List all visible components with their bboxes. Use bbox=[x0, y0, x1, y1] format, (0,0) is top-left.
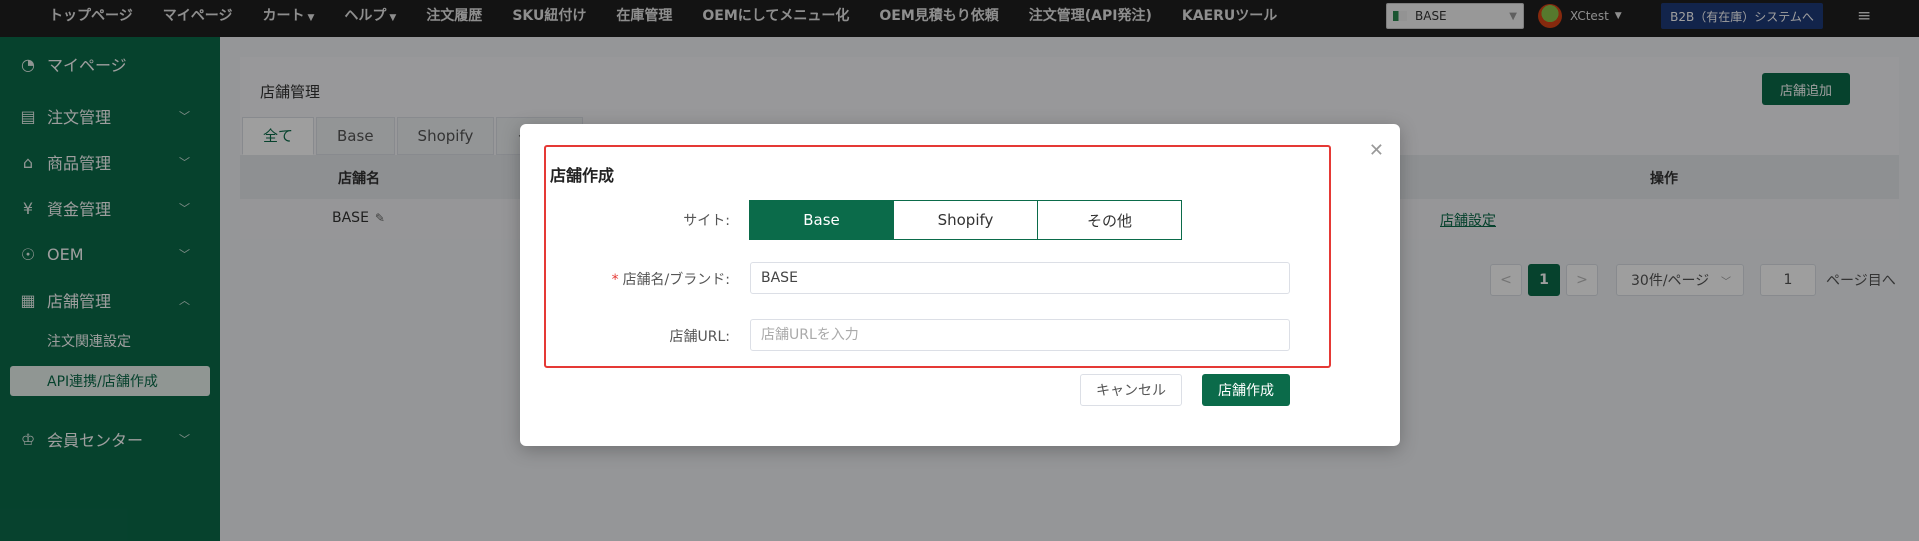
store-name-label: * 店舗名/ブランド: bbox=[611, 272, 730, 288]
modal-title: 店舗作成 bbox=[550, 166, 615, 185]
site-option-base[interactable]: Base bbox=[749, 200, 894, 240]
create-store-modal: ✕ 店舗作成 サイト: Base Shopify その他 * 店舗名/ブランド: … bbox=[520, 124, 1400, 446]
store-url-label: 店舗URL: bbox=[669, 329, 731, 345]
site-label: サイト: bbox=[683, 213, 730, 229]
cancel-button[interactable]: キャンセル bbox=[1080, 374, 1182, 406]
create-store-button[interactable]: 店舗作成 bbox=[1202, 374, 1290, 406]
close-icon[interactable]: ✕ bbox=[1369, 140, 1384, 161]
store-url-input[interactable] bbox=[750, 319, 1290, 351]
site-option-other[interactable]: その他 bbox=[1037, 200, 1182, 240]
site-selector: Base Shopify その他 bbox=[749, 200, 1182, 240]
required-mark: * bbox=[611, 272, 619, 288]
store-name-input[interactable]: BASE bbox=[750, 262, 1290, 294]
site-option-shopify[interactable]: Shopify bbox=[893, 200, 1038, 240]
